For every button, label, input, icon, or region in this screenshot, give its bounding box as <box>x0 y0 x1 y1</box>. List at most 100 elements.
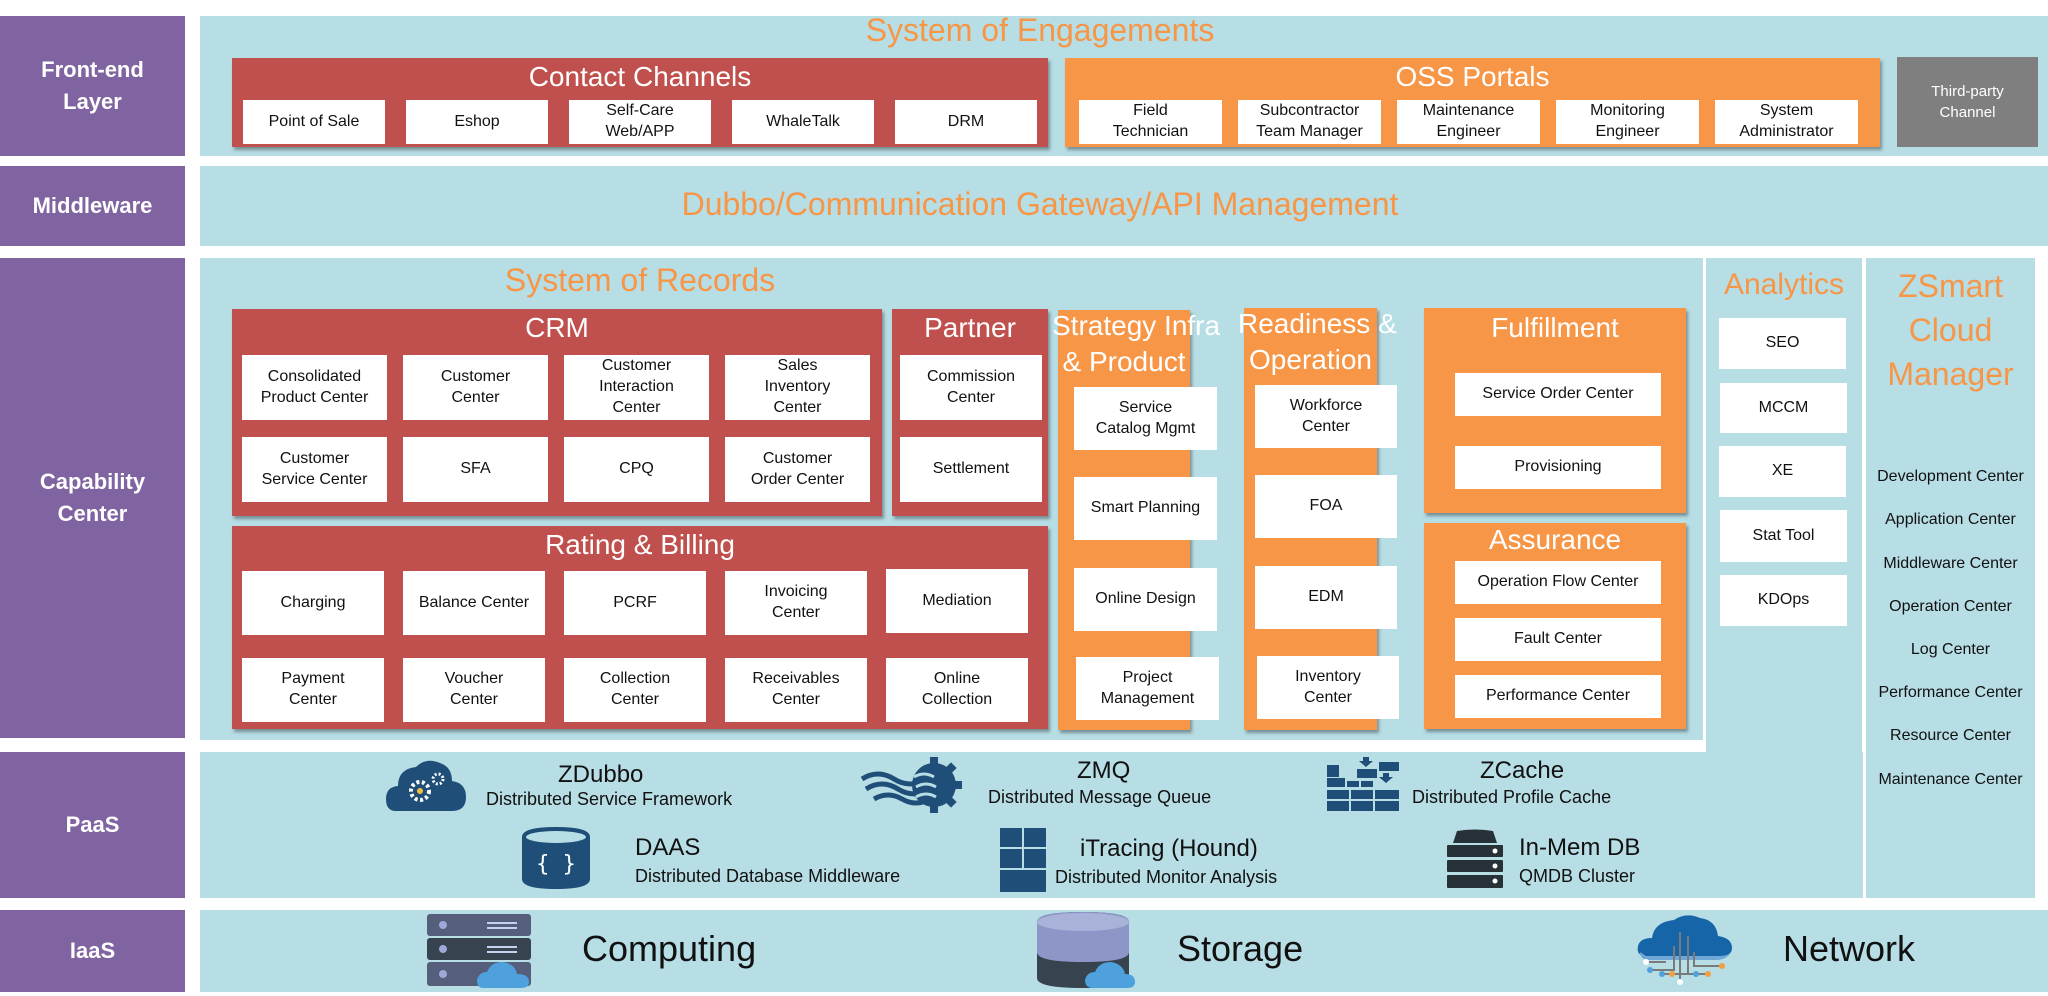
paas-item-name: iTracing (Hound) <box>1080 835 1258 862</box>
readiness-item[interactable]: EDM <box>1255 566 1397 629</box>
analytics-title: Analytics <box>1723 268 1845 301</box>
assurance-item[interactable]: Fault Center <box>1455 618 1661 661</box>
strategy-title-line2: & Product <box>1062 346 1186 377</box>
cloud-manager-item[interactable]: Operation Center <box>1866 598 2035 616</box>
readiness-item[interactable]: FOA <box>1255 475 1397 538</box>
strategy-item[interactable]: Smart Planning <box>1074 477 1217 540</box>
crm-item[interactable]: Sales Inventory Center <box>725 355 870 420</box>
paas-item-desc: Distributed Profile Cache <box>1412 787 1612 807</box>
fulfillment-item[interactable]: Provisioning <box>1455 446 1661 489</box>
paas-item-name: ZCache <box>1480 757 1565 784</box>
cloud-manager-title-line3: Manager <box>1887 356 2014 392</box>
contact-channel-item[interactable]: Self-Care Web/APP <box>569 100 711 144</box>
cloud-manager-item[interactable]: Maintenance Center <box>1866 771 2035 789</box>
crm-item[interactable]: Customer Center <box>403 355 548 420</box>
server-stack-icon <box>1447 829 1503 889</box>
layer-label-capability: Capability Center <box>0 258 185 738</box>
server-cloud-icon <box>425 912 535 988</box>
oss-portal-item[interactable]: Subcontractor Team Manager <box>1238 100 1381 144</box>
cloud-manager-item[interactable]: Log Center <box>1866 641 2035 659</box>
middleware-title: Dubbo/Communication Gateway/API Manageme… <box>681 186 1399 222</box>
cloud-gears-icon <box>386 757 468 813</box>
contact-channel-item[interactable]: Eshop <box>406 100 548 144</box>
rating-billing-title: Rating & Billing <box>545 529 735 560</box>
layer-label-iaas: IaaS <box>0 910 185 992</box>
contact-channel-item[interactable]: DRM <box>895 100 1037 144</box>
contact-channel-item[interactable]: Point of Sale <box>243 100 385 144</box>
analytics-item[interactable]: XE <box>1719 446 1846 497</box>
crm-item[interactable]: CPQ <box>564 437 709 502</box>
oss-portal-item[interactable]: Field Technician <box>1079 100 1222 144</box>
contact-channels-title: Contact Channels <box>528 61 752 92</box>
message-queue-gear-icon <box>858 757 962 813</box>
readiness-item[interactable]: Workforce Center <box>1255 385 1397 448</box>
rating-billing-item[interactable]: Mediation <box>886 569 1028 633</box>
assurance-title: Assurance <box>1488 524 1622 555</box>
cloud-manager-title-line1: ZSmart <box>1898 268 2003 304</box>
readiness-item[interactable]: Inventory Center <box>1257 656 1399 719</box>
rating-billing-item[interactable]: Payment Center <box>242 658 384 722</box>
strategy-item[interactable]: Service Catalog Mgmt <box>1074 387 1217 450</box>
paas-item-name: ZMQ <box>1077 757 1131 784</box>
oss-portals-title: OSS Portals <box>1395 61 1550 92</box>
crm-item[interactable]: Consolidated Product Center <box>242 355 387 420</box>
crm-item[interactable]: SFA <box>403 437 548 502</box>
partner-item[interactable]: Settlement <box>900 437 1042 502</box>
rating-billing-item[interactable]: Balance Center <box>403 571 545 635</box>
iaas-item-name: Computing <box>582 928 757 969</box>
rating-billing-item[interactable]: Charging <box>242 571 384 635</box>
analytics-item[interactable]: Stat Tool <box>1720 510 1847 562</box>
cloud-manager-item[interactable]: Development Center <box>1866 468 2035 486</box>
analytics-item[interactable]: KDOps <box>1720 575 1847 626</box>
cloud-manager-item[interactable]: Application Center <box>1866 511 2035 529</box>
assurance-item[interactable]: Operation Flow Center <box>1455 561 1661 604</box>
rating-billing-item[interactable]: PCRF <box>564 571 706 635</box>
partner-title: Partner <box>924 312 1016 343</box>
fulfillment-title: Fulfillment <box>1491 312 1619 343</box>
cloud-manager-item[interactable]: Performance Center <box>1866 684 2035 702</box>
strategy-item[interactable]: Online Design <box>1074 568 1217 631</box>
rating-billing-item[interactable]: Collection Center <box>564 658 706 722</box>
oss-portal-item[interactable]: System Administrator <box>1715 100 1858 144</box>
storage-cloud-icon <box>1035 912 1145 988</box>
engagements-title: System of Engagements <box>865 12 1215 48</box>
assurance-item[interactable]: Performance Center <box>1455 675 1661 718</box>
readiness-title-line1: Readiness & <box>1238 308 1397 339</box>
records-title: System of Records <box>504 262 776 298</box>
partner-item[interactable]: Commission Center <box>900 355 1042 420</box>
cloud-manager-item[interactable]: Middleware Center <box>1866 555 2035 573</box>
cloud-manager-title-line2: Cloud <box>1908 312 1993 348</box>
paas-item-desc: Distributed Message Queue <box>988 787 1212 807</box>
crm-item[interactable]: Customer Order Center <box>725 437 870 502</box>
strategy-title-line1: Strategy Infra <box>1052 310 1221 341</box>
oss-portal-item[interactable]: Monitoring Engineer <box>1556 100 1699 144</box>
svg-text:{ }: { } <box>536 852 576 877</box>
brick-cache-icon <box>1327 757 1399 811</box>
rating-billing-item[interactable]: Online Collection <box>886 658 1028 722</box>
rating-billing-item[interactable]: Receivables Center <box>725 658 867 722</box>
fulfillment-item[interactable]: Service Order Center <box>1455 373 1661 416</box>
paas-item-name: ZDubbo <box>558 761 644 788</box>
oss-portal-item[interactable]: Maintenance Engineer <box>1397 100 1540 144</box>
tiles-icon <box>1000 828 1046 892</box>
paas-item-desc: Distributed Monitor Analysis <box>1055 867 1278 887</box>
paas-item-desc: Distributed Database Middleware <box>635 866 901 886</box>
analytics-item[interactable]: MCCM <box>1720 383 1847 433</box>
third-party-channel[interactable]: Third-party Channel <box>1897 57 2038 147</box>
analytics-item[interactable]: SEO <box>1719 318 1846 369</box>
database-braces-icon: { } <box>520 827 592 889</box>
iaas-item-name: Storage <box>1177 928 1304 969</box>
crm-item[interactable]: Customer Service Center <box>242 437 387 502</box>
layer-label-middleware: Middleware <box>0 166 185 246</box>
strategy-item[interactable]: Project Management <box>1076 657 1219 720</box>
cloud-manager-item[interactable]: Resource Center <box>1866 727 2035 745</box>
crm-item[interactable]: Customer Interaction Center <box>564 355 709 420</box>
crm-title: CRM <box>525 312 589 343</box>
paas-item-desc: QMDB Cluster <box>1519 866 1636 886</box>
rating-billing-item[interactable]: Invoicing Center <box>725 571 867 635</box>
paas-item-name: In-Mem DB <box>1519 834 1641 861</box>
paas-item-desc: Distributed Service Framework <box>486 789 733 809</box>
rating-billing-item[interactable]: Voucher Center <box>403 658 545 722</box>
iaas-item-name: Network <box>1783 928 1916 969</box>
contact-channel-item[interactable]: WhaleTalk <box>732 100 874 144</box>
